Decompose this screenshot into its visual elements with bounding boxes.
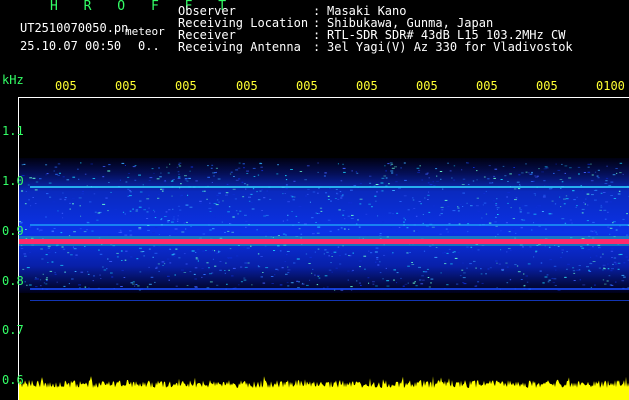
y-tick-label: 0.6 bbox=[2, 373, 24, 387]
y-tick-label: 1.1 bbox=[2, 124, 24, 138]
plot-left-axis bbox=[18, 97, 19, 400]
x-tick-label: 005 bbox=[55, 79, 77, 93]
x-tick-label: 005 bbox=[296, 79, 318, 93]
y-tick-label: 1.0 bbox=[2, 174, 24, 188]
x-tick-label: 005 bbox=[175, 79, 197, 93]
field-value-antenna: 3el Yagi(V) Az 330 for Vladivostok bbox=[327, 40, 573, 54]
x-tick-label: 005 bbox=[416, 79, 438, 93]
line-0.99 bbox=[30, 186, 629, 188]
plot-top-axis bbox=[18, 97, 629, 98]
field-colon: : bbox=[313, 40, 321, 54]
spectrogram-plot bbox=[19, 158, 629, 400]
x-tick-label: 005 bbox=[236, 79, 258, 93]
x-tick-label: 0100 bbox=[596, 79, 625, 93]
x-tick-label: 005 bbox=[476, 79, 498, 93]
event-tag: meteor bbox=[125, 25, 165, 38]
y-tick-label: 0.8 bbox=[2, 274, 24, 288]
x-tick-label: 005 bbox=[115, 79, 137, 93]
y-tick-label: 0.7 bbox=[2, 323, 24, 337]
line-0.76 bbox=[30, 300, 629, 301]
count-text: 0.. bbox=[138, 39, 160, 53]
signal-0.88 bbox=[19, 239, 629, 244]
y-unit-label: kHz bbox=[2, 73, 24, 87]
x-tick-label: 005 bbox=[356, 79, 378, 93]
signal-level-trace bbox=[19, 376, 629, 400]
x-tick-label: 005 bbox=[536, 79, 558, 93]
line-0.92 bbox=[30, 224, 629, 226]
file-name: UT2510070050.pn bbox=[20, 21, 129, 35]
y-tick-label: 0.9 bbox=[2, 224, 24, 238]
line-0.78 bbox=[30, 288, 629, 290]
field-label-antenna: Receiving Antenna bbox=[178, 40, 301, 54]
date-time: 25.10.07 00:50 bbox=[20, 39, 122, 53]
